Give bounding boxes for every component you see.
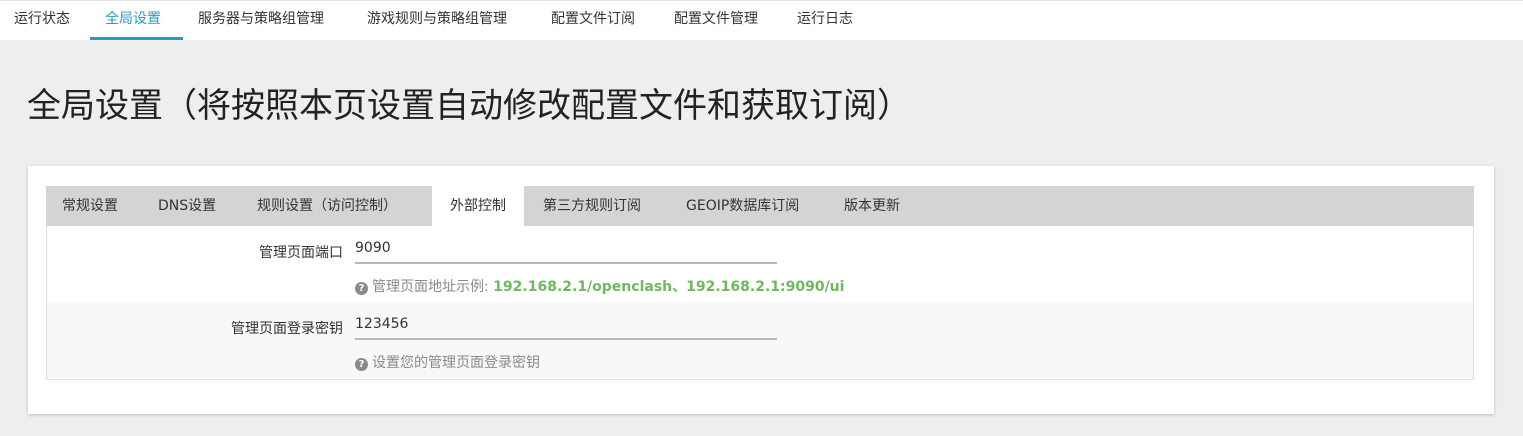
dashboard-secret-label: 管理页面登录密钥 [231,321,343,337]
tab-general-settings[interactable]: 常规设置 [62,186,118,226]
nav-item-run-logs[interactable]: 运行日志 [797,1,853,40]
settings-tab-bar: 常规设置 DNS设置 规则设置（访问控制） 外部控制 第三方规则订阅 GEOIP… [46,186,1474,226]
nav-item-config-subscription[interactable]: 配置文件订阅 [551,1,635,40]
nav-item-servers-policy-groups[interactable]: 服务器与策略组管理 [198,1,324,40]
dashboard-port-input[interactable] [355,234,777,264]
dashboard-secret-input[interactable] [355,310,777,340]
dashboard-address-example: 192.168.2.1/openclash、192.168.2.1:9090/u… [493,279,845,295]
external-control-panel: 管理页面端口 ? 管理页面地址示例: 192.168.2.1/openclash、… [46,226,1474,380]
question-circle-icon: ? [355,358,368,371]
nav-item-config-management[interactable]: 配置文件管理 [674,1,758,40]
dashboard-secret-help: ? 设置您的管理页面登录密钥 [355,352,540,372]
tab-external-control[interactable]: 外部控制 [432,186,524,226]
dashboard-port-help: ? 管理页面地址示例: 192.168.2.1/openclash、192.168… [355,276,844,296]
tab-third-party-rules[interactable]: 第三方规则订阅 [543,186,641,226]
dashboard-port-help-text: 管理页面地址示例: [372,279,494,295]
settings-card: 常规设置 DNS设置 规则设置（访问控制） 外部控制 第三方规则订阅 GEOIP… [28,166,1494,414]
form-row-dashboard-secret: 管理页面登录密钥 ? 设置您的管理页面登录密钥 [47,302,1473,378]
nav-item-global-settings[interactable]: 全局设置 [90,1,183,40]
page-title: 全局设置（将按照本页设置自动修改配置文件和获取订阅） [27,86,911,126]
nav-item-status[interactable]: 运行状态 [14,1,70,40]
top-navigation: 运行状态 全局设置 服务器与策略组管理 游戏规则与策略组管理 配置文件订阅 配置… [0,0,1523,40]
tab-version-update[interactable]: 版本更新 [844,186,900,226]
dashboard-port-label: 管理页面端口 [259,245,343,261]
question-circle-icon: ? [355,282,368,295]
tab-geoip-subscription[interactable]: GEOIP数据库订阅 [686,186,799,226]
tab-rule-settings[interactable]: 规则设置（访问控制） [257,186,397,226]
dashboard-secret-help-text: 设置您的管理页面登录密钥 [372,355,540,371]
form-row-dashboard-port: 管理页面端口 ? 管理页面地址示例: 192.168.2.1/openclash、… [47,226,1473,302]
nav-item-game-rules[interactable]: 游戏规则与策略组管理 [367,1,507,40]
tab-dns-settings[interactable]: DNS设置 [158,186,216,226]
